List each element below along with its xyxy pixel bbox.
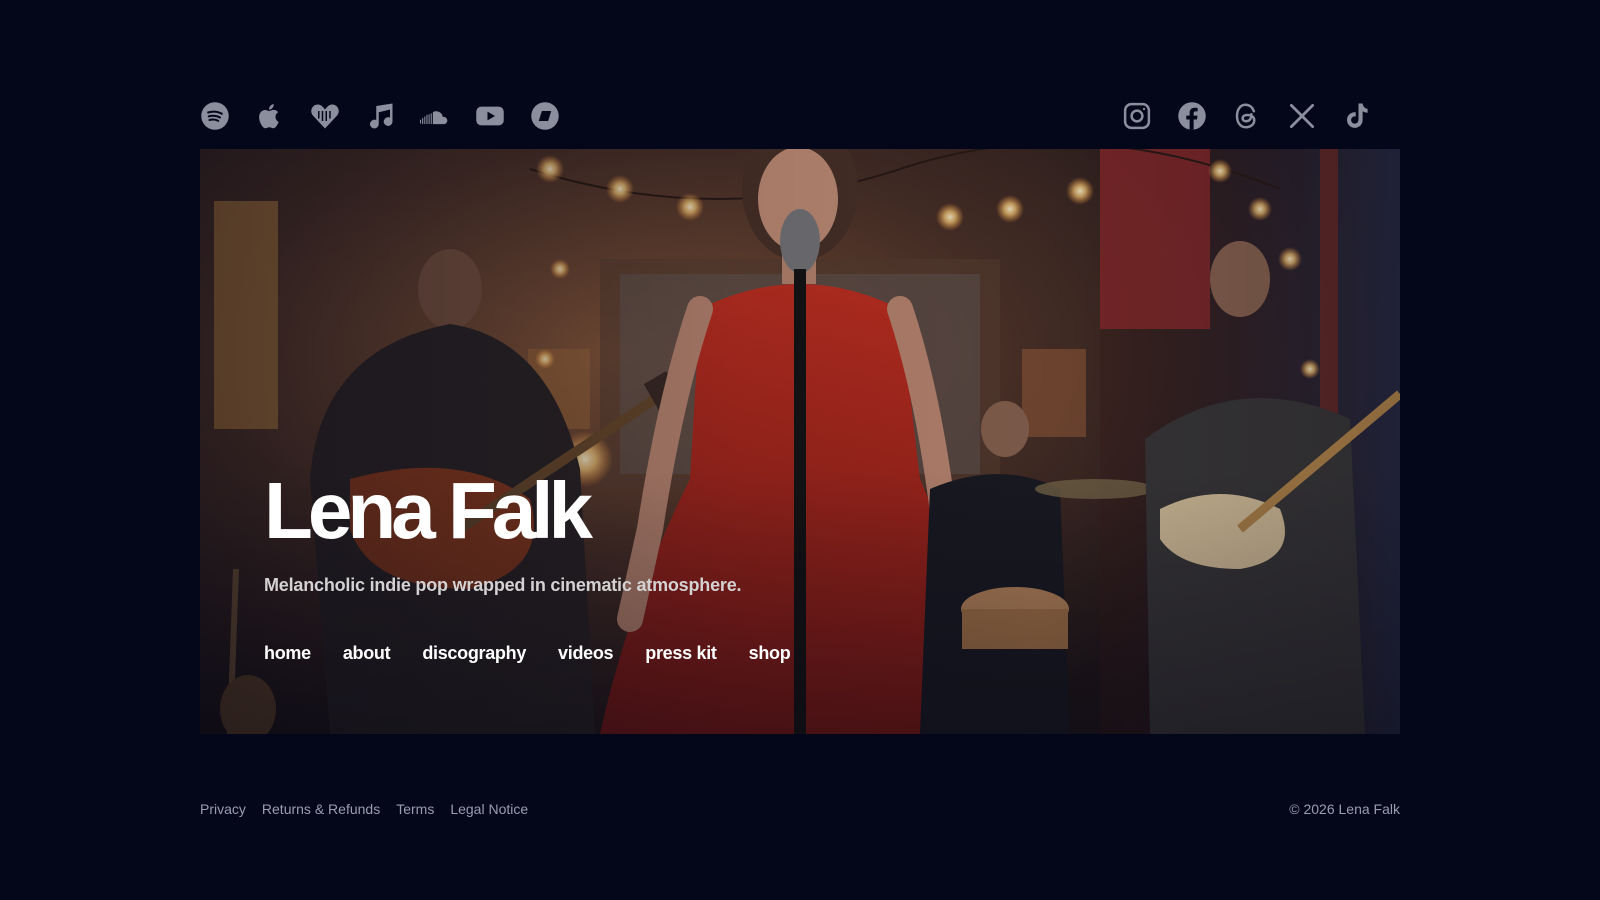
artist-name: Lena Falk <box>264 466 593 555</box>
nav-discography[interactable]: discography <box>422 643 526 664</box>
apple-music-icon[interactable] <box>255 101 285 131</box>
youtube-icon[interactable] <box>475 101 505 131</box>
social-links <box>1097 96 1372 136</box>
footer-terms-link[interactable]: Terms <box>396 801 434 817</box>
deezer-icon[interactable] <box>310 101 340 131</box>
streaming-links <box>200 96 585 136</box>
footer-returns-link[interactable]: Returns & Refunds <box>262 801 380 817</box>
footer-legal-notice-link[interactable]: Legal Notice <box>450 801 528 817</box>
nav-shop[interactable]: shop <box>749 643 791 664</box>
bandcamp-icon[interactable] <box>530 101 560 131</box>
nav-videos[interactable]: videos <box>558 643 614 664</box>
music-note-icon[interactable] <box>365 101 395 131</box>
artist-tagline: Melancholic indie pop wrapped in cinemat… <box>264 575 742 595</box>
nav-about[interactable]: about <box>343 643 391 664</box>
main-nav: home about discography videos press kit … <box>264 643 791 664</box>
x-icon[interactable] <box>1287 101 1317 131</box>
tiktok-icon[interactable] <box>1342 101 1372 131</box>
spotify-icon[interactable] <box>200 101 230 131</box>
footer-privacy-link[interactable]: Privacy <box>200 801 246 817</box>
instagram-icon[interactable] <box>1122 101 1152 131</box>
nav-press-kit[interactable]: press kit <box>645 643 717 664</box>
page: Lena Falk Melancholic indie pop wrapped … <box>0 0 1600 900</box>
soundcloud-icon[interactable] <box>420 101 450 131</box>
facebook-icon[interactable] <box>1177 101 1207 131</box>
footer-links: Privacy Returns & Refunds Terms Legal No… <box>200 801 528 817</box>
threads-icon[interactable] <box>1232 101 1262 131</box>
hero-banner: Lena Falk Melancholic indie pop wrapped … <box>200 149 1400 734</box>
nav-home[interactable]: home <box>264 643 311 664</box>
copyright: © 2026 Lena Falk <box>1289 801 1400 817</box>
